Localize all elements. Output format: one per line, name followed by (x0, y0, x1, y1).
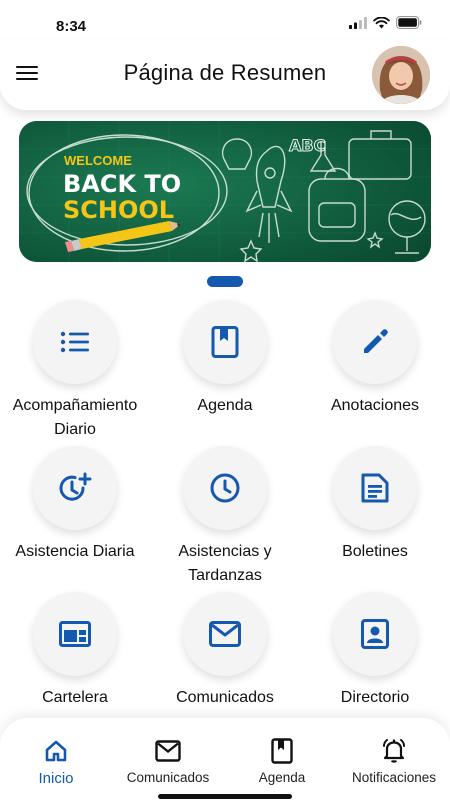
status-icons (349, 16, 422, 29)
billboard-icon (59, 621, 91, 647)
book-icon (271, 738, 293, 764)
nav-label: Inicio (38, 770, 74, 787)
tile-label: Anotaciones (330, 397, 420, 414)
tile-boletines[interactable]: Boletines (300, 446, 450, 564)
tile-label: Directorio (340, 689, 410, 706)
banner-chalk-letters: ABC (289, 136, 325, 155)
contact-card-icon (361, 619, 389, 649)
nav-item-comunicados[interactable]: Comunicados (112, 738, 224, 785)
tile-asistencia-diaria[interactable]: Asistencia Diaria (0, 446, 150, 564)
home-indicator[interactable] (158, 794, 292, 799)
mail-icon (155, 740, 181, 762)
tile-label: Agenda (197, 397, 253, 414)
tile-icon-circle[interactable] (33, 446, 117, 530)
bottom-nav: Inicio Comunicados Agenda Notificaciones (0, 718, 450, 800)
app-header: Página de Resumen (0, 40, 450, 110)
nav-label: Notificaciones (351, 770, 437, 785)
user-avatar[interactable] (372, 46, 430, 104)
nav-item-inicio[interactable]: Inicio (0, 738, 112, 787)
book-icon (211, 326, 239, 358)
tile-cartelera[interactable]: Cartelera (0, 592, 150, 710)
mail-icon (209, 621, 241, 647)
signal-icon (349, 16, 367, 29)
tile-icon-circle[interactable] (33, 592, 117, 676)
tile-label: Asistencia Diaria (15, 543, 135, 560)
bell-icon (383, 739, 405, 763)
tile-label: Comunicados (176, 689, 274, 706)
tile-acompanamiento-diario[interactable]: Acompañamiento Diario (0, 300, 150, 442)
banner-school-text: SCHOOL (63, 196, 174, 224)
tile-icon-circle[interactable] (333, 446, 417, 530)
document-icon (361, 473, 389, 503)
list-icon (60, 331, 89, 353)
tile-label: Acompañamiento Diario (12, 397, 138, 438)
wifi-icon (373, 16, 390, 28)
tile-icon-circle[interactable] (183, 446, 267, 530)
tile-comunicados[interactable]: Comunicados (150, 592, 300, 710)
tile-icon-circle[interactable] (33, 300, 117, 384)
tile-agenda[interactable]: Agenda (150, 300, 300, 418)
tile-label: Cartelera (42, 689, 108, 706)
status-time: 8:34 (56, 18, 87, 35)
clock-plus-icon (59, 472, 92, 501)
carousel-indicator[interactable] (207, 276, 243, 287)
home-icon (45, 740, 67, 762)
nav-item-agenda[interactable]: Agenda (226, 738, 338, 785)
tile-icon-circle[interactable] (183, 300, 267, 384)
banner-back-to-text: BACK TO (63, 170, 181, 198)
nav-item-notificaciones[interactable]: Notificaciones (338, 738, 450, 785)
battery-icon (396, 16, 422, 29)
nav-label: Comunicados (126, 770, 210, 785)
nav-label: Agenda (258, 770, 306, 785)
tile-asistencias-y-tardanzas[interactable]: Asistencias y Tardanzas (150, 446, 300, 588)
tile-icon-circle[interactable] (333, 300, 417, 384)
tile-label: Boletines (342, 543, 408, 560)
back-to-school-banner[interactable]: ABC WELCOME BACK TO SCHOOL (19, 121, 431, 262)
clock-icon (210, 473, 240, 503)
tile-icon-circle[interactable] (183, 592, 267, 676)
pencil-icon (364, 329, 388, 353)
banner-welcome-text: WELCOME (64, 153, 132, 168)
tile-directorio[interactable]: Directorio (300, 592, 450, 710)
tile-anotaciones[interactable]: Anotaciones (300, 300, 450, 418)
tile-icon-circle[interactable] (333, 592, 417, 676)
tile-label: Asistencias y Tardanzas (178, 543, 272, 584)
